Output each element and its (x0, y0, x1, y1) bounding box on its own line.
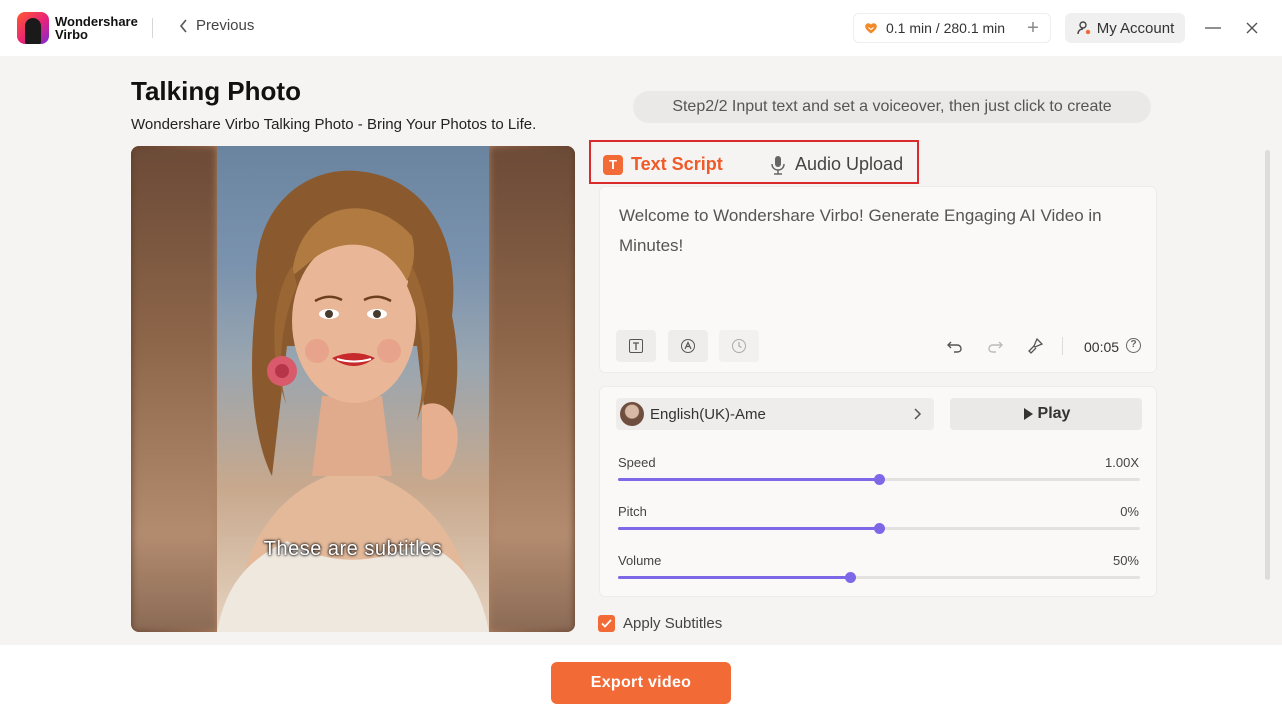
minimize-icon[interactable] (1201, 16, 1225, 40)
pitch-slider-fill (618, 527, 879, 530)
apply-subtitles-checkbox[interactable] (598, 615, 615, 632)
tab-text-script[interactable]: T Text Script (603, 154, 723, 175)
export-video-button[interactable]: Export video (551, 662, 731, 704)
pitch-slider[interactable] (618, 523, 1140, 534)
bottom-bar: Export video (0, 645, 1282, 721)
pitch-label: Pitch (618, 504, 647, 519)
close-icon[interactable] (1240, 16, 1264, 40)
speed-slider-handle[interactable] (874, 474, 885, 485)
voice-settings: English(UK)-Ame Play Speed 1.00X Pitch 0… (599, 386, 1157, 597)
page-title: Talking Photo (131, 76, 301, 106)
voice-avatar (620, 402, 644, 426)
script-editor: Welcome to Wondershare Virbo! Generate E… (599, 186, 1157, 373)
pause-insert-button[interactable] (719, 330, 759, 362)
toolbar-divider (1062, 337, 1063, 355)
apply-subtitles-label: Apply Subtitles (623, 615, 723, 632)
speed-label: Speed (618, 455, 656, 470)
script-mode-tabs: T Text Script Audio Upload (589, 140, 919, 184)
account-label: My Account (1096, 19, 1175, 37)
vertical-scrollbar[interactable] (1265, 150, 1270, 580)
user-icon (1077, 21, 1090, 35)
add-credits-icon[interactable]: + (1024, 18, 1042, 38)
microphone-icon (771, 155, 785, 175)
volume-slider[interactable] (618, 572, 1140, 583)
play-icon (1023, 408, 1033, 420)
chevron-right-icon (914, 408, 922, 420)
photo-preview: These are subtitles (131, 146, 575, 632)
pitch-value: 0% (1120, 504, 1139, 519)
credits-display[interactable]: 0.1 min / 280.1 min + (853, 13, 1051, 43)
virbo-logo-icon (17, 12, 49, 44)
title-bar: Wondershare Virbo Previous 0.1 min / 280… (0, 0, 1282, 56)
help-icon[interactable]: ? (1126, 338, 1141, 353)
chevron-left-icon (179, 18, 187, 33)
undo-icon[interactable] (946, 337, 964, 355)
pitch-slider-handle[interactable] (874, 523, 885, 534)
speed-value: 1.00X (1105, 455, 1139, 470)
redo-icon[interactable] (986, 337, 1004, 355)
clock-icon (732, 339, 746, 353)
credits-text: 0.1 min / 280.1 min (886, 20, 1006, 36)
page-subtitle: Wondershare Virbo Talking Photo - Bring … (131, 116, 537, 133)
divider (152, 18, 153, 38)
previous-button[interactable]: Previous (178, 17, 254, 34)
volume-slider-handle[interactable] (845, 572, 857, 583)
heart-icon (865, 23, 877, 34)
script-duration: 00:05 (1084, 339, 1120, 355)
volume-slider-fill (618, 576, 851, 579)
insert-text-button[interactable] (616, 330, 656, 362)
play-label: Play (1037, 405, 1071, 422)
text-box-icon (629, 339, 643, 353)
ai-write-icon (681, 339, 695, 353)
my-account-button[interactable]: My Account (1065, 13, 1185, 43)
brand-line-2: Virbo (55, 27, 88, 42)
volume-label: Volume (618, 553, 662, 568)
tab-audio-upload-label: Audio Upload (795, 154, 904, 174)
subtitle-preview: These are subtitles (263, 538, 443, 560)
speed-slider[interactable] (618, 474, 1140, 485)
voice-selector[interactable]: English(UK)-Ame (616, 398, 934, 430)
apply-subtitles-option[interactable]: Apply Subtitles (598, 615, 722, 632)
tab-audio-upload[interactable]: Audio Upload (769, 154, 903, 175)
text-t-icon: T (603, 154, 623, 175)
tab-text-script-label: Text Script (631, 154, 723, 174)
ai-script-button[interactable] (668, 330, 708, 362)
volume-value: 50% (1112, 553, 1139, 568)
play-voice-button[interactable]: Play (950, 398, 1142, 430)
previous-label: Previous (196, 17, 255, 34)
clear-brush-icon[interactable] (1026, 337, 1044, 355)
checkmark-icon (601, 619, 612, 628)
voice-name: English(UK)-Ame (650, 405, 766, 423)
speed-slider-fill (618, 478, 879, 481)
brand-name: Wondershare Virbo (55, 15, 138, 41)
step-hint: Step2/2 Input text and set a voiceover, … (633, 91, 1151, 123)
script-textarea[interactable]: Welcome to Wondershare Virbo! Generate E… (619, 201, 1129, 261)
